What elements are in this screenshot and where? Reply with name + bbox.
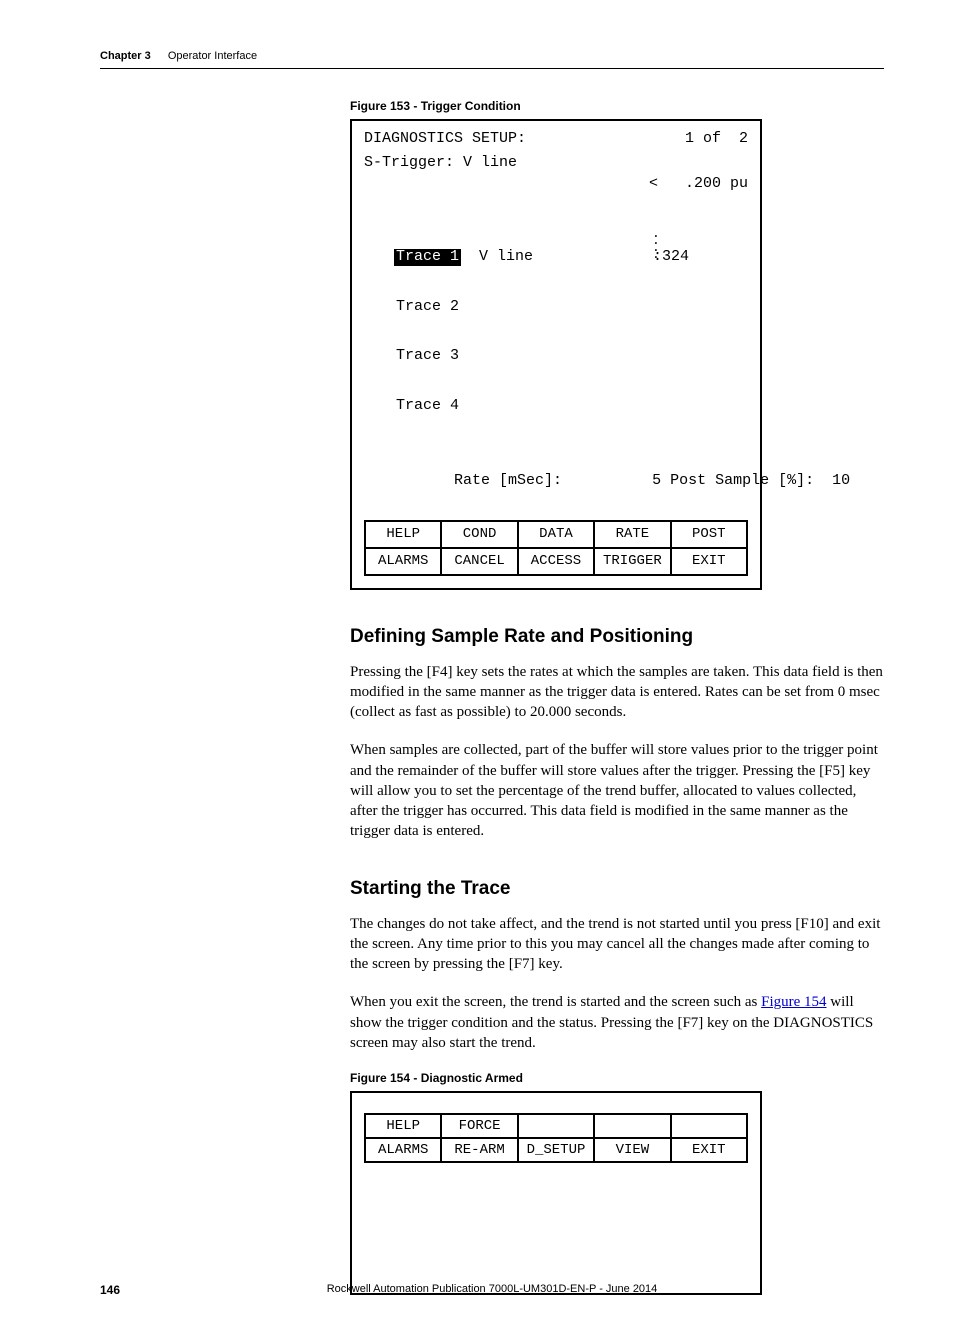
heading-sample-rate: Defining Sample Rate and Positioning	[350, 626, 884, 648]
rearm-button[interactable]: RE-ARM	[441, 1138, 517, 1162]
cancel-button[interactable]: CANCEL	[441, 548, 517, 575]
trace-item-1[interactable]: Trace 1	[394, 249, 461, 266]
force-button[interactable]: FORCE	[441, 1114, 517, 1138]
screen-title: DIAGNOSTICS SETUP:	[364, 129, 526, 149]
trace-list: Trace 1 V line :324 Trace 2 Trace 3 Trac…	[394, 216, 748, 447]
rate-button[interactable]: RATE	[594, 521, 670, 548]
diagnostics-setup-screen: DIAGNOSTICS SETUP: 1 of 2 S-Trigger: V l…	[350, 119, 762, 590]
exit-button-2[interactable]: EXIT	[671, 1138, 747, 1162]
post-sample-label: Post Sample [%]:	[670, 472, 814, 489]
figure-154-caption: Figure 154 - Diagnostic Armed	[350, 1071, 884, 1085]
heading-starting-trace: Starting the Trace	[350, 878, 884, 900]
figure-153-caption: Figure 153 - Trigger Condition	[350, 99, 884, 113]
trigger-button[interactable]: TRIGGER	[594, 548, 670, 575]
trigger-label: S-Trigger: V line	[364, 153, 517, 214]
access-button[interactable]: ACCESS	[518, 548, 594, 575]
post-button[interactable]: POST	[671, 521, 747, 548]
data-button[interactable]: DATA	[518, 521, 594, 548]
rate-value: 5	[652, 472, 661, 489]
trace-item-4[interactable]: Trace 4	[394, 398, 461, 415]
post-sample-value: 10	[832, 472, 850, 489]
blank-key-2[interactable]	[594, 1114, 670, 1138]
softkey-grid-154: HELP FORCE ALARMS RE-ARM D_SETUP VIEW EX…	[364, 1113, 748, 1163]
exit-button[interactable]: EXIT	[671, 548, 747, 575]
section-label: Operator Interface	[168, 50, 257, 62]
view-button[interactable]: VIEW	[594, 1138, 670, 1162]
para-b1: The changes do not take affect, and the …	[350, 914, 884, 975]
softkey-grid-153: HELP COND DATA RATE POST ALARMS CANCEL A…	[364, 520, 748, 576]
pager: 1 of 2	[685, 129, 748, 149]
trigger-operator: <	[649, 175, 658, 192]
rate-label: Rate [mSec]:	[454, 472, 562, 489]
help-button-2[interactable]: HELP	[365, 1114, 441, 1138]
chapter-label: Chapter 3	[100, 50, 151, 62]
running-header: Chapter 3 Operator Interface	[100, 50, 884, 69]
dots-icon: . . . .	[652, 230, 660, 259]
publication-id: Rockwell Automation Publication 7000L-UM…	[100, 1283, 884, 1295]
dsetup-button[interactable]: D_SETUP	[518, 1138, 594, 1162]
para-a1: Pressing the [F4] key sets the rates at …	[350, 662, 884, 723]
diagnostic-armed-screen: HELP FORCE ALARMS RE-ARM D_SETUP VIEW EX…	[350, 1091, 762, 1295]
trace-item-2[interactable]: Trace 2	[394, 299, 461, 316]
trigger-value: .200 pu	[685, 175, 748, 192]
blank-key-3[interactable]	[671, 1114, 747, 1138]
blank-key-1[interactable]	[518, 1114, 594, 1138]
help-button[interactable]: HELP	[365, 521, 441, 548]
figure-154-link[interactable]: Figure 154	[761, 994, 826, 1010]
alarms-button[interactable]: ALARMS	[365, 548, 441, 575]
para-a2: When samples are collected, part of the …	[350, 740, 884, 841]
page-footer: 146 Rockwell Automation Publication 7000…	[100, 1283, 884, 1297]
alarms-button-2[interactable]: ALARMS	[365, 1138, 441, 1162]
cond-button[interactable]: COND	[441, 521, 517, 548]
trace-item-3[interactable]: Trace 3	[394, 348, 461, 365]
para-b2: When you exit the screen, the trend is s…	[350, 992, 884, 1053]
trace-1-value: V line	[479, 249, 533, 266]
